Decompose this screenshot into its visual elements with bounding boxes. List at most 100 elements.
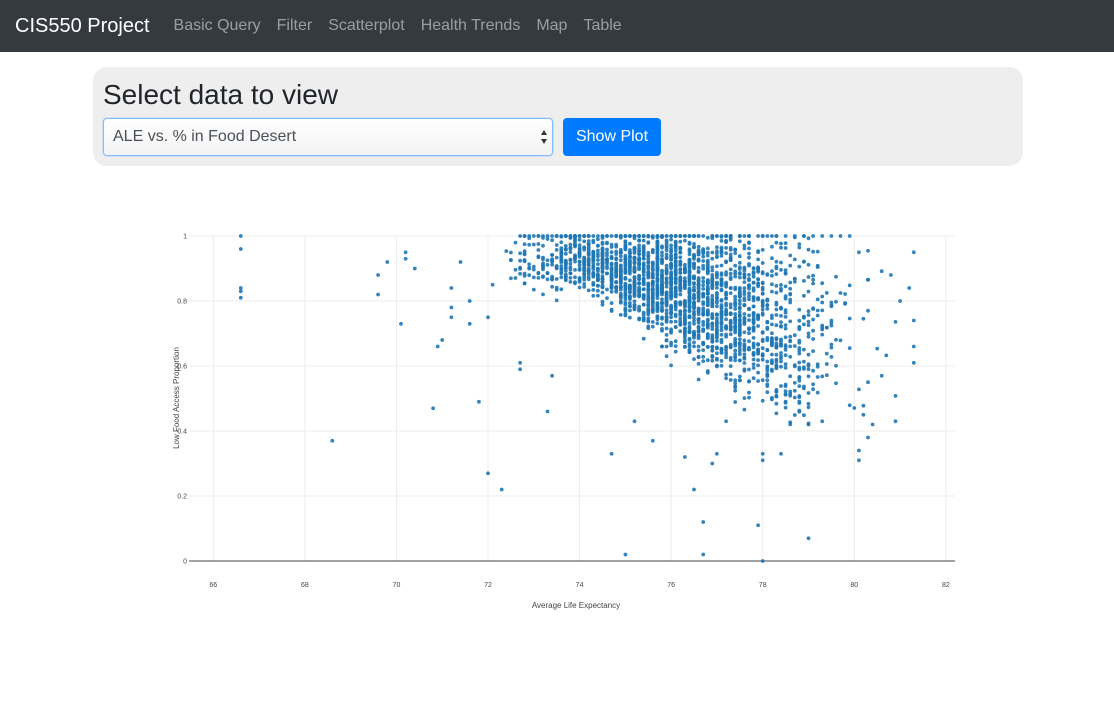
data-point (696, 377, 701, 382)
data-point (742, 298, 747, 303)
data-point (683, 340, 687, 345)
data-point (600, 283, 605, 288)
data-point (783, 389, 788, 393)
data-point (577, 237, 582, 242)
plot-grid (189, 235, 955, 562)
nav-link-filter[interactable]: Filter (277, 17, 313, 35)
data-point (687, 342, 692, 346)
data-point (811, 317, 815, 322)
data-point (710, 339, 715, 344)
data-point (747, 318, 751, 322)
data-point (550, 274, 554, 279)
data-point (650, 294, 655, 299)
data-point (513, 276, 518, 280)
scatter-plot-svg[interactable]: 66 68 70 72 74 76 78 80 82 00.20.40.60.81 Averag… (165, 210, 965, 620)
data-point (683, 330, 687, 335)
data-point (683, 315, 687, 320)
data-point (669, 293, 673, 298)
data-point (673, 300, 678, 305)
data-point (728, 311, 733, 316)
data-point (605, 240, 609, 245)
data-point (435, 344, 440, 349)
data-point (719, 303, 724, 307)
data-point (591, 261, 596, 265)
data-point (788, 297, 793, 302)
data-point (577, 246, 582, 250)
data-point (486, 315, 490, 320)
data-point (641, 262, 646, 267)
data-point (687, 234, 692, 238)
data-point (733, 263, 738, 268)
data-point (747, 395, 751, 400)
nav-link-health-trends[interactable]: Health Trends (421, 17, 521, 35)
data-point (797, 264, 802, 269)
data-point (412, 266, 417, 271)
data-point (701, 359, 706, 363)
data-point (724, 234, 728, 238)
data-point (513, 240, 518, 245)
data-point (751, 304, 756, 309)
data-point (774, 234, 779, 238)
data-point (802, 315, 806, 320)
data-point (760, 559, 765, 563)
nav-link-basic-query[interactable]: Basic Query (174, 17, 261, 35)
data-point (664, 295, 669, 300)
data-point (765, 348, 770, 352)
data-point (802, 347, 806, 352)
data-point (724, 332, 728, 337)
data-point (779, 364, 783, 369)
nav-link-scatterplot[interactable]: Scatterplot (328, 17, 404, 35)
data-point (568, 234, 573, 238)
data-point (701, 254, 706, 259)
data-point (632, 247, 637, 251)
data-point (605, 266, 609, 271)
data-point (705, 358, 710, 363)
data-point (596, 258, 600, 262)
data-point (747, 273, 751, 277)
data-point (742, 286, 747, 290)
data-point (646, 306, 651, 311)
data-point (673, 344, 678, 348)
data-point (724, 293, 728, 297)
data-point (806, 247, 811, 252)
data-point (879, 269, 884, 274)
data-point (838, 234, 843, 238)
data-point (783, 234, 788, 238)
data-point (605, 271, 609, 276)
data-point (660, 328, 664, 333)
data-point (504, 249, 509, 253)
nav-link-map[interactable]: Map (536, 17, 567, 35)
data-point (779, 320, 783, 324)
data-point (618, 287, 623, 292)
dataset-select[interactable]: ALE vs. % in Food Desert (103, 118, 553, 156)
data-point (811, 273, 815, 278)
data-point (715, 264, 719, 269)
brand-link[interactable]: CIS550 Project (15, 15, 150, 38)
data-point (820, 308, 825, 313)
data-point (637, 281, 641, 286)
data-point (806, 331, 811, 336)
data-point (678, 276, 683, 280)
data-point (747, 313, 751, 318)
data-point (710, 256, 715, 261)
data-point (760, 451, 765, 456)
data-point (806, 319, 811, 324)
data-point (774, 240, 779, 245)
scatter-plot[interactable]: 66 68 70 72 74 76 78 80 82 0 0.2 0.4 0.6 0.8 1 Averag… (165, 210, 965, 620)
nav-link-table[interactable]: Table (583, 17, 621, 35)
data-point (824, 373, 829, 378)
data-point (582, 268, 587, 273)
data-point (701, 279, 706, 284)
data-point (655, 305, 660, 310)
data-point (797, 395, 802, 399)
data-point (760, 378, 765, 383)
data-point (559, 246, 564, 251)
show-plot-button[interactable]: Show Plot (563, 118, 661, 156)
data-point (696, 265, 701, 270)
data-point (673, 304, 678, 309)
data-point (701, 306, 706, 311)
data-point (683, 455, 687, 459)
data-point (742, 312, 747, 316)
data-point (609, 289, 614, 294)
data-point (632, 251, 637, 255)
